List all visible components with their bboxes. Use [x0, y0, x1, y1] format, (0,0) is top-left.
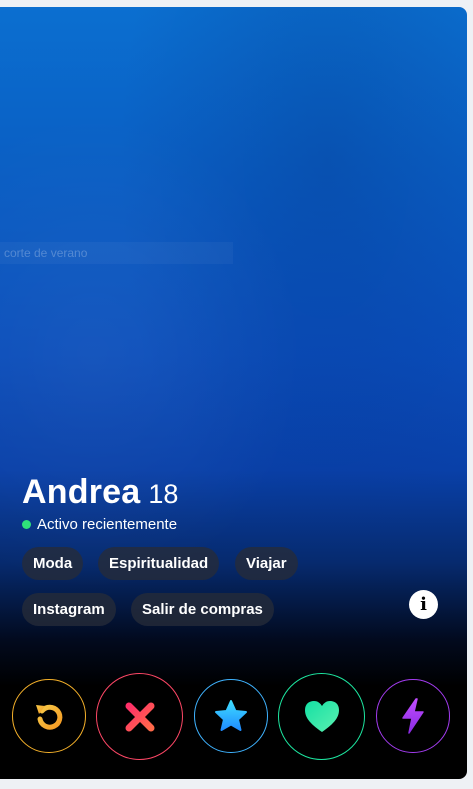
activity-status-label: Activo recientemente	[37, 516, 178, 533]
activity-status: Activo recientemente	[22, 516, 177, 533]
interest-tag: Espiritualidad	[98, 547, 220, 580]
profile-age: 18	[148, 479, 179, 509]
interest-tag: Viajar	[235, 547, 298, 580]
rewind-button[interactable]	[12, 679, 86, 753]
profile-card[interactable]: corte de verano Andrea 18 Activo reciente…	[0, 7, 467, 779]
heart-icon	[304, 700, 339, 732]
interest-tag: Instagram	[22, 593, 116, 626]
boost-button[interactable]	[376, 679, 450, 753]
super-like-button[interactable]	[194, 679, 268, 753]
lightning-icon	[402, 698, 424, 734]
photo-watermark: corte de verano	[0, 242, 233, 264]
like-button[interactable]	[278, 673, 365, 760]
info-button[interactable]: i	[409, 590, 438, 619]
close-icon	[125, 702, 154, 731]
nope-button[interactable]	[96, 673, 183, 760]
interest-tag: Salir de compras	[131, 593, 274, 626]
online-dot-icon	[22, 520, 31, 529]
profile-name-row: Andrea 18	[22, 473, 178, 512]
star-icon	[215, 700, 247, 731]
rewind-icon	[36, 704, 63, 730]
profile-name: Andrea	[22, 473, 141, 511]
info-icon: i	[420, 594, 427, 615]
interest-tag: Moda	[22, 547, 84, 580]
